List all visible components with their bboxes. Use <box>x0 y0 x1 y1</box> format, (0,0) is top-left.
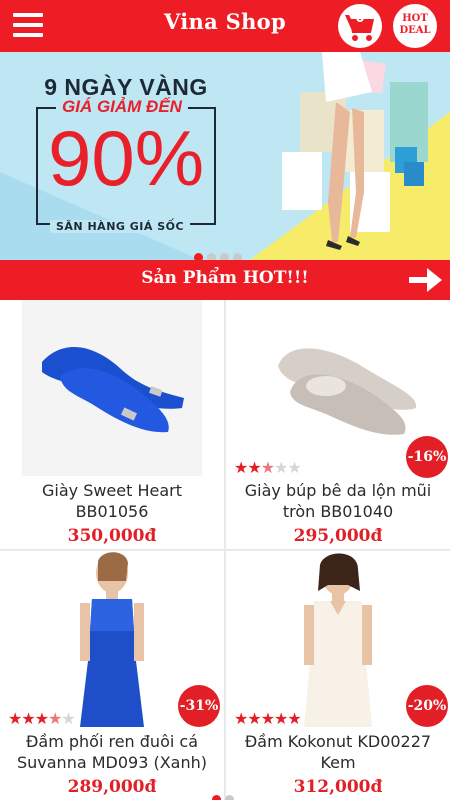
product-rating-stars: ★★★★★ <box>234 709 302 728</box>
product-page-dot[interactable] <box>212 795 221 800</box>
banner-tagline: SĂN HÀNG GIÁ SỐC <box>50 220 191 233</box>
product-name[interactable]: Giày Sweet Heart BB01056 <box>4 480 220 522</box>
discount-badge: -31% <box>178 685 220 727</box>
product-image-blue-shoes <box>22 300 202 476</box>
hot-products-title: Sản Phẩm HOT!!! <box>141 268 309 288</box>
discount-badge: -16% <box>406 436 448 478</box>
hot-deal-line1: HOT <box>402 13 428 24</box>
banner-dot[interactable] <box>233 253 242 260</box>
product-page-dot[interactable] <box>225 795 234 800</box>
product-image-cream-dress <box>248 551 428 727</box>
product-price: 295,000đ <box>293 526 383 546</box>
banner-frame: GIÁ GIẢM ĐẾN 90% SĂN HÀNG GIÁ SỐC <box>36 97 216 233</box>
discount-badge: -20% <box>406 685 448 727</box>
product-page-indicator <box>212 789 238 800</box>
product-price: 350,000đ <box>67 526 157 546</box>
hot-deal-button[interactable]: HOT DEAL <box>393 4 437 48</box>
app-title: Vina Shop <box>164 9 286 34</box>
product-card[interactable]: ★★★★★ -20% Đầm Kokonut KD00227 Kem 312,0… <box>226 551 450 800</box>
promo-banner[interactable]: 9 NGÀY VÀNG GIÁ GIẢM ĐẾN 90% SĂN HÀNG GI… <box>0 52 450 260</box>
cart-button[interactable]: 0 <box>338 4 382 48</box>
product-rating-stars: ★★★★★ <box>234 458 302 477</box>
hot-products-header[interactable]: Sản Phẩm HOT!!! <box>0 260 450 300</box>
banner-dot[interactable] <box>220 253 229 260</box>
product-image-beige-loafers <box>248 300 428 476</box>
product-name[interactable]: Giày búp bê da lộn mũi tròn BB01040 <box>230 480 446 522</box>
product-price: 289,000đ <box>67 777 157 797</box>
product-image-blue-lace-dress <box>22 551 202 727</box>
product-price: 312,000đ <box>293 777 383 797</box>
product-card[interactable]: Giày Sweet Heart BB01056 350,000đ <box>0 300 224 549</box>
product-grid: Giày Sweet Heart BB01056 350,000đ ★★★★★ … <box>0 300 450 800</box>
top-app-bar: Vina Shop 0 HOT DEAL <box>0 0 450 52</box>
banner-promo-text: 9 NGÀY VÀNG GIÁ GIẢM ĐẾN 90% SĂN HÀNG GI… <box>36 74 216 233</box>
arrow-right-icon[interactable] <box>405 264 445 296</box>
hot-deal-line2: DEAL <box>399 25 431 36</box>
banner-discount-percent: 90% <box>47 114 205 202</box>
banner-page-indicator <box>194 247 246 260</box>
product-rating-stars: ★★★★★ <box>8 709 76 728</box>
cart-count-badge: 0 <box>355 11 365 26</box>
product-name[interactable]: Đầm Kokonut KD00227 Kem <box>230 731 446 773</box>
banner-dot[interactable] <box>194 253 203 260</box>
product-card[interactable]: ★★★★★ -31% Đầm phối ren đuôi cá Suvanna … <box>0 551 224 800</box>
banner-dot[interactable] <box>207 253 216 260</box>
product-card[interactable]: ★★★★★ -16% Giày búp bê da lộn mũi tròn B… <box>226 300 450 549</box>
product-name[interactable]: Đầm phối ren đuôi cá Suvanna MD093 (Xanh… <box>4 731 220 773</box>
